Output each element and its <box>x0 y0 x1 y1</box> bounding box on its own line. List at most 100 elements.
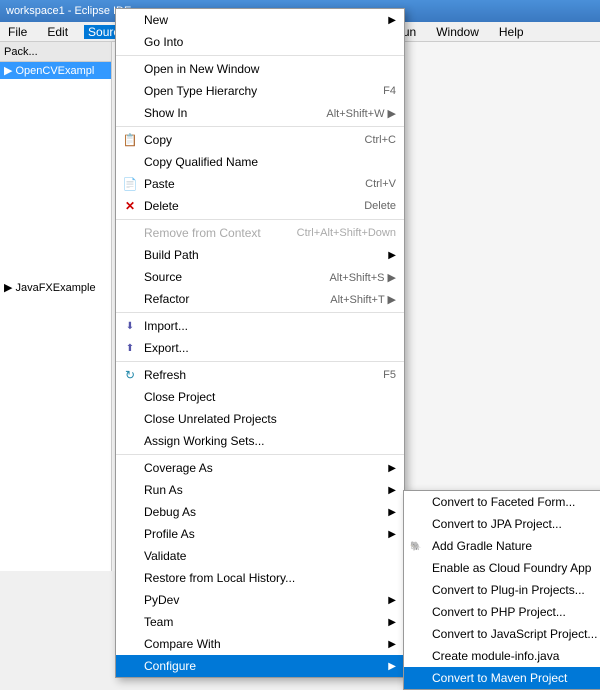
gradle-icon: 🐘 <box>408 538 424 554</box>
team-arrow: ▶ <box>388 617 396 628</box>
paste-label: Paste <box>144 177 175 191</box>
run-as-label: Run As <box>144 483 183 497</box>
remove-context-shortcut: Ctrl+Alt+Shift+Down <box>277 227 396 239</box>
folder-icon: ▶ <box>4 64 12 77</box>
convert-plugin-label: Convert to Plug-in Projects... <box>432 583 585 597</box>
menu-file[interactable]: File <box>4 25 31 39</box>
refactor-shortcut: Alt+Shift+T ▶ <box>310 293 396 306</box>
menu-refresh[interactable]: ↻ Refresh F5 <box>116 364 404 386</box>
menu-go-into[interactable]: Go Into <box>116 31 404 53</box>
title-label: workspace1 - Eclipse IDE <box>6 5 131 17</box>
menu-import[interactable]: ⬇ Import... <box>116 315 404 337</box>
submenu-create-module[interactable]: Create module-info.java <box>404 645 600 667</box>
menu-debug-as[interactable]: Debug As ▶ <box>116 501 404 523</box>
submenu-convert-maven[interactable]: Convert to Maven Project <box>404 667 600 689</box>
submenu-convert-faceted[interactable]: Convert to Faceted Form... <box>404 491 600 513</box>
new-label: New <box>144 13 168 27</box>
go-into-label: Go Into <box>144 35 183 49</box>
separator-6 <box>116 454 404 455</box>
separator-1 <box>116 55 404 56</box>
refresh-label: Refresh <box>144 368 186 382</box>
menu-new[interactable]: New ▶ <box>116 9 404 31</box>
pydev-arrow: ▶ <box>388 595 396 606</box>
menu-source[interactable]: Source Alt+Shift+S ▶ <box>116 266 404 288</box>
menu-help[interactable]: Help <box>495 25 528 39</box>
cloud-foundry-label: Enable as Cloud Foundry App <box>432 561 591 575</box>
submenu-convert-php[interactable]: Convert to PHP Project... <box>404 601 600 623</box>
menu-export[interactable]: ⬆ Export... <box>116 337 404 359</box>
menu-pydev[interactable]: PyDev ▶ <box>116 589 404 611</box>
menu-refactor[interactable]: Refactor Alt+Shift+T ▶ <box>116 288 404 310</box>
submenu-cloud-foundry[interactable]: Enable as Cloud Foundry App <box>404 557 600 579</box>
menu-edit[interactable]: Edit <box>43 25 72 39</box>
copy-label: Copy <box>144 133 172 147</box>
separator-4 <box>116 312 404 313</box>
convert-maven-label: Convert to Maven Project <box>432 671 567 685</box>
source-shortcut: Alt+Shift+S ▶ <box>309 271 396 284</box>
menu-copy[interactable]: 📋 Copy Ctrl+C <box>116 129 404 151</box>
menu-build-path[interactable]: Build Path ▶ <box>116 244 404 266</box>
open-type-hierarchy-shortcut: F4 <box>363 85 396 97</box>
convert-js-label: Convert to JavaScript Project... <box>432 627 597 641</box>
menu-profile-as[interactable]: Profile As ▶ <box>116 523 404 545</box>
source-label: Source <box>144 270 182 284</box>
submenu-add-gradle[interactable]: 🐘 Add Gradle Nature <box>404 535 600 557</box>
paste-shortcut: Ctrl+V <box>345 178 396 190</box>
build-path-label: Build Path <box>144 248 199 262</box>
run-as-arrow: ▶ <box>388 485 396 496</box>
menu-copy-qualified[interactable]: Copy Qualified Name <box>116 151 404 173</box>
build-path-arrow: ▶ <box>388 250 396 261</box>
menu-open-type-hierarchy[interactable]: Open Type Hierarchy F4 <box>116 80 404 102</box>
menu-close-project[interactable]: Close Project <box>116 386 404 408</box>
menu-paste[interactable]: 📄 Paste Ctrl+V <box>116 173 404 195</box>
convert-php-label: Convert to PHP Project... <box>432 605 566 619</box>
menu-validate[interactable]: Validate <box>116 545 404 567</box>
close-project-label: Close Project <box>144 390 215 404</box>
menu-configure[interactable]: Configure ▶ <box>116 655 404 677</box>
delete-shortcut: Delete <box>344 200 396 212</box>
show-in-shortcut: Alt+Shift+W ▶ <box>306 107 396 120</box>
menu-restore-local[interactable]: Restore from Local History... <box>116 567 404 589</box>
sidebar-item-opencvexample[interactable]: ▶ OpenCVExampl <box>0 62 111 79</box>
separator-2 <box>116 126 404 127</box>
context-menu: New ▶ Go Into Open in New Window Open Ty… <box>115 8 405 678</box>
menu-close-unrelated[interactable]: Close Unrelated Projects <box>116 408 404 430</box>
add-gradle-label: Add Gradle Nature <box>432 539 532 553</box>
submenu-convert-plugin[interactable]: Convert to Plug-in Projects... <box>404 579 600 601</box>
menu-coverage-as[interactable]: Coverage As ▶ <box>116 457 404 479</box>
copy-qualified-label: Copy Qualified Name <box>144 155 258 169</box>
sidebar-item-label: OpenCVExampl <box>15 65 94 77</box>
package-explorer: Pack... ▶ OpenCVExampl ▶ JavaFXExample <box>0 42 112 571</box>
export-icon: ⬆ <box>122 340 138 356</box>
menu-remove-context[interactable]: Remove from Context Ctrl+Alt+Shift+Down <box>116 222 404 244</box>
menu-assign-working-sets[interactable]: Assign Working Sets... <box>116 430 404 452</box>
sidebar-item-javafxexample[interactable]: ▶ JavaFXExample <box>0 279 111 296</box>
assign-working-sets-label: Assign Working Sets... <box>144 434 265 448</box>
sidebar-item-label-2: JavaFXExample <box>15 282 95 294</box>
arrow-icon: ▶ <box>388 15 396 26</box>
submenu-convert-js[interactable]: Convert to JavaScript Project... <box>404 623 600 645</box>
refactor-label: Refactor <box>144 292 189 306</box>
import-label: Import... <box>144 319 188 333</box>
menu-run-as[interactable]: Run As ▶ <box>116 479 404 501</box>
delete-label: Delete <box>144 199 179 213</box>
delete-icon: ✕ <box>122 198 138 214</box>
menu-open-new-window[interactable]: Open in New Window <box>116 58 404 80</box>
show-in-label: Show In <box>144 106 187 120</box>
coverage-as-arrow: ▶ <box>388 463 396 474</box>
menu-show-in[interactable]: Show In Alt+Shift+W ▶ <box>116 102 404 124</box>
separator-5 <box>116 361 404 362</box>
import-icon: ⬇ <box>122 318 138 334</box>
submenu-convert-jpa[interactable]: Convert to JPA Project... <box>404 513 600 535</box>
convert-faceted-label: Convert to Faceted Form... <box>432 495 575 509</box>
menu-delete[interactable]: ✕ Delete Delete <box>116 195 404 217</box>
menu-compare-with[interactable]: Compare With ▶ <box>116 633 404 655</box>
refresh-icon: ↻ <box>122 367 138 383</box>
menu-window[interactable]: Window <box>432 25 483 39</box>
refresh-shortcut: F5 <box>363 369 396 381</box>
debug-as-label: Debug As <box>144 505 196 519</box>
open-type-hierarchy-label: Open Type Hierarchy <box>144 84 257 98</box>
profile-as-label: Profile As <box>144 527 195 541</box>
menu-team[interactable]: Team ▶ <box>116 611 404 633</box>
convert-jpa-label: Convert to JPA Project... <box>432 517 562 531</box>
